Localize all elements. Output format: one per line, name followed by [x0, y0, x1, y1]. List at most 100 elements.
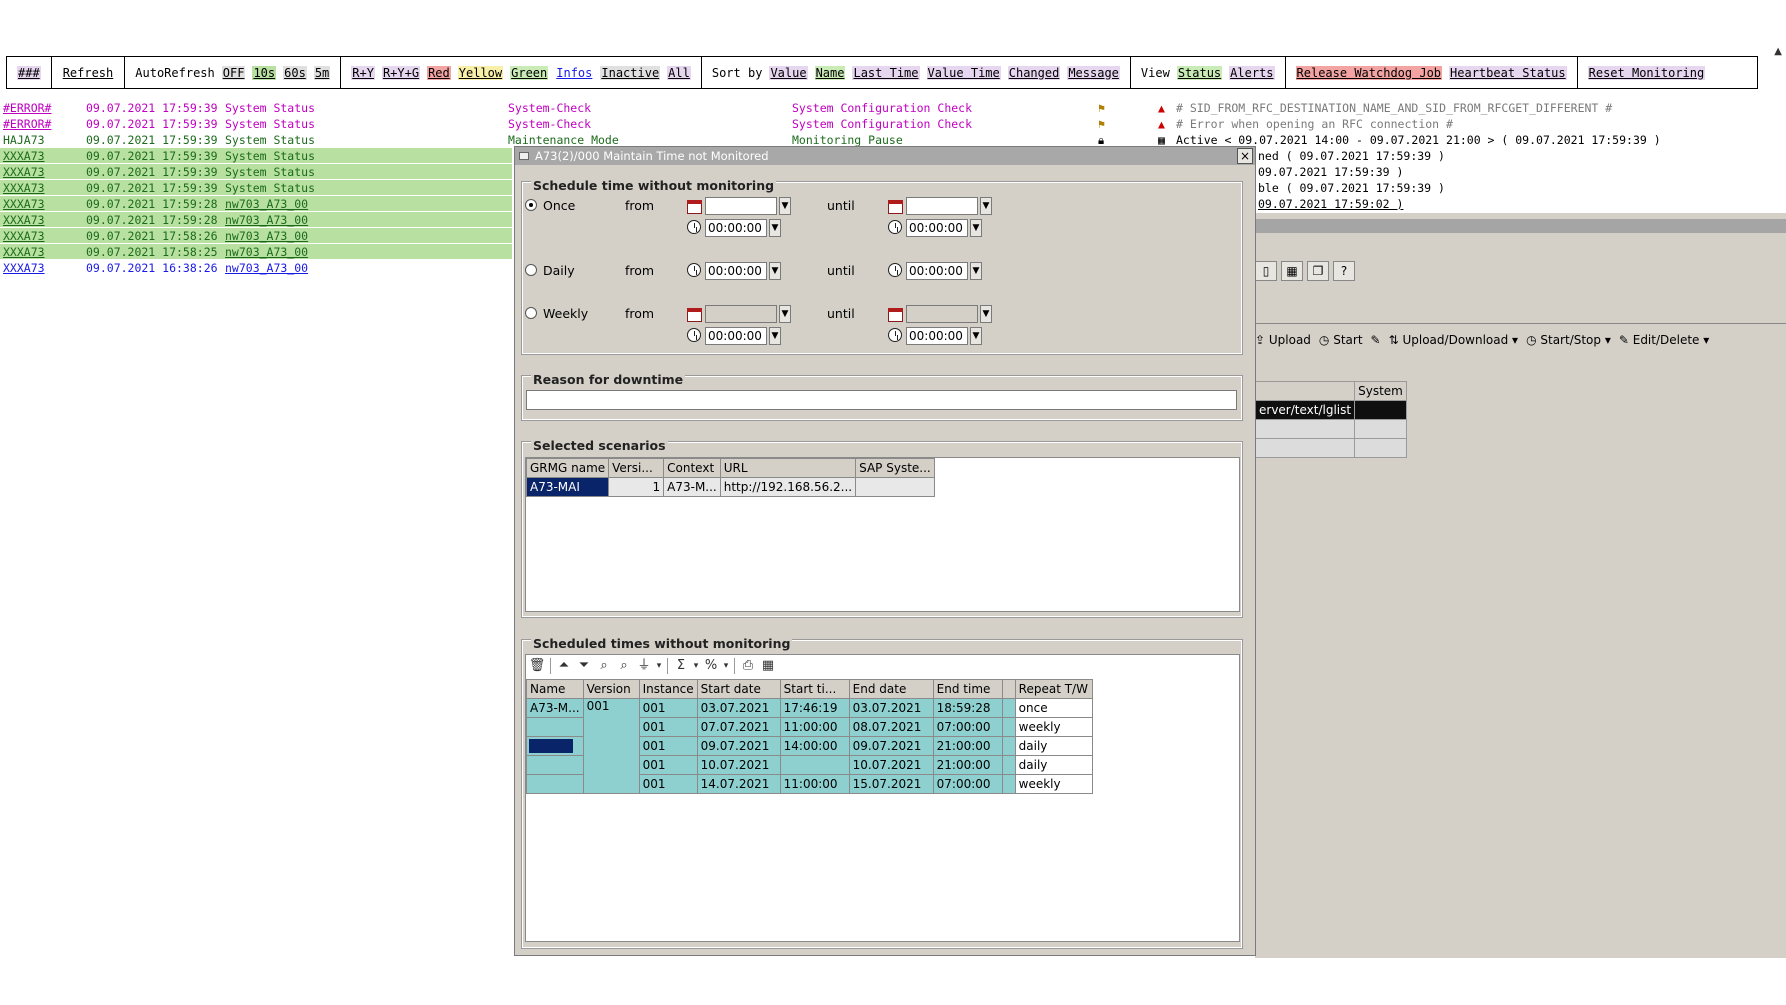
print-icon[interactable]: ⎙	[738, 657, 758, 675]
scheduled-header-instance[interactable]: Instance	[638, 679, 698, 699]
scenario-grmg-name[interactable]: A73-MAI	[525, 477, 610, 497]
scheduled-version[interactable]: 001	[582, 698, 640, 794]
scheduled-header-start-time[interactable]: Start ti...	[779, 679, 850, 699]
sort-changed[interactable]: Changed	[1007, 65, 1061, 80]
alert-system[interactable]: XXXA73	[3, 260, 45, 276]
dropdown-arrow-icon[interactable]: ▼	[769, 219, 781, 237]
scheduled-header-name[interactable]: Name	[526, 679, 584, 699]
autorefresh-10s[interactable]: 10s	[252, 65, 277, 80]
reason-input[interactable]	[526, 390, 1237, 410]
background-table-cell[interactable]	[1354, 419, 1407, 439]
scheduled-end-date[interactable]: 15.07.2021	[848, 774, 934, 794]
autorefresh-off[interactable]: OFF	[221, 65, 246, 80]
close-icon[interactable]: ×	[1237, 148, 1253, 164]
daily-until-time-field[interactable]: 00:00:00	[906, 262, 968, 280]
filter-infos[interactable]: Infos	[555, 66, 593, 80]
scheduled-start-date[interactable]: 09.07.2021	[696, 736, 781, 756]
alert-system[interactable]: XXXA73	[3, 244, 45, 260]
scheduled-start-date[interactable]: 03.07.2021	[696, 698, 781, 718]
filter-ryg[interactable]: R+Y+G	[381, 65, 421, 80]
dialog-titlebar[interactable]: A73(2)/000 Maintain Time not Monitored	[515, 147, 1255, 165]
scheduled-start-date[interactable]: 10.07.2021	[696, 755, 781, 775]
release-watchdog-job-button[interactable]: Release Watchdog Job	[1295, 65, 1443, 80]
alert-object[interactable]: nw703_A73_00	[225, 260, 308, 276]
calendar-icon[interactable]	[887, 306, 903, 322]
scheduled-instance[interactable]: 001	[638, 774, 698, 794]
daily-radio[interactable]	[525, 264, 537, 276]
sort-name[interactable]: Name	[814, 65, 846, 80]
find-icon[interactable]: ⌕	[594, 657, 614, 675]
scheduled-end-date[interactable]: 10.07.2021	[848, 755, 934, 775]
scheduled-header-version[interactable]: Version	[582, 679, 640, 699]
dropdown-arrow-icon[interactable]: ▼	[779, 305, 791, 323]
menu-button[interactable]: ###	[17, 65, 41, 80]
alert-object[interactable]: nw703_A73_00	[225, 212, 308, 228]
filter-red[interactable]: Red	[427, 65, 451, 80]
scheduled-repeat[interactable]: weekly	[1014, 774, 1093, 794]
delete-icon[interactable]: 🗑︎	[527, 657, 547, 675]
dropdown-arrow-icon[interactable]: ▼	[769, 262, 781, 280]
scheduled-end-date[interactable]: 03.07.2021	[848, 698, 934, 718]
sort-message[interactable]: Message	[1067, 65, 1120, 80]
sort-ascending-icon[interactable]: ⏶	[554, 657, 574, 675]
alert-object[interactable]: nw703_A73_00	[225, 244, 308, 260]
background-table-cell[interactable]	[1254, 419, 1356, 439]
heartbeat-status-button[interactable]: Heartbeat Status	[1449, 65, 1567, 80]
subtotal-icon[interactable]: %	[701, 657, 721, 675]
once-from-time-field[interactable]: 00:00:00	[705, 219, 767, 237]
dropdown-arrow-icon[interactable]: ▼	[970, 327, 982, 345]
sort-value[interactable]: Value	[769, 65, 808, 80]
dropdown-arrow-icon[interactable]: ▼	[769, 327, 781, 345]
scheduled-end-time[interactable]: 21:00:00	[932, 736, 1003, 756]
chevron-down-icon[interactable]: ▾	[654, 657, 664, 675]
scheduled-header-end-time[interactable]: End time	[932, 679, 1003, 699]
scheduled-start-time[interactable]	[779, 755, 850, 775]
scheduled-instance[interactable]: 001	[638, 736, 698, 756]
find-next-icon[interactable]: ⌕	[614, 657, 634, 675]
scenarios-header-version[interactable]: Versi...	[608, 458, 665, 478]
filter-inactive[interactable]: Inactive	[600, 65, 661, 80]
once-until-time-field[interactable]: 00:00:00	[906, 219, 968, 237]
filter-ry[interactable]: R+Y	[351, 65, 375, 80]
scenarios-header-sap-system[interactable]: SAP Syste...	[855, 458, 935, 478]
alert-system[interactable]: HAJA73	[3, 132, 45, 148]
edit-delete-button[interactable]: ✎ Edit/Delete ▾	[1619, 333, 1709, 347]
alert-system[interactable]: #ERROR#	[3, 116, 51, 132]
background-table-header[interactable]: System	[1354, 381, 1407, 401]
alert-system[interactable]: XXXA73	[3, 148, 45, 164]
calendar-icon[interactable]	[686, 198, 702, 214]
reset-monitoring-button[interactable]: Reset Monitoring	[1587, 65, 1706, 80]
dropdown-arrow-icon[interactable]: ▼	[970, 262, 982, 280]
alert-system[interactable]: XXXA73	[3, 180, 45, 196]
scheduled-end-time[interactable]: 07:00:00	[932, 717, 1003, 737]
scenario-version[interactable]: 1	[608, 477, 665, 497]
scheduled-name[interactable]	[526, 736, 584, 756]
autorefresh-5m[interactable]: 5m	[313, 65, 331, 80]
upload-download-button[interactable]: ⇅ Upload/Download ▾	[1389, 333, 1518, 347]
scheduled-repeat[interactable]: once	[1014, 698, 1093, 718]
filter-green[interactable]: Green	[510, 65, 549, 80]
filter-icon[interactable]: ⏚	[634, 657, 654, 675]
scheduled-end-time[interactable]: 07:00:00	[932, 774, 1003, 794]
scroll-up-arrow-icon[interactable]: ▲	[1774, 46, 1782, 57]
calendar-icon[interactable]	[686, 306, 702, 322]
scheduled-end-date[interactable]: 08.07.2021	[848, 717, 934, 737]
scheduled-instance[interactable]: 001	[638, 755, 698, 775]
scheduled-instance[interactable]: 001	[638, 717, 698, 737]
once-radio[interactable]	[525, 199, 537, 211]
weekly-radio[interactable]	[525, 307, 537, 319]
sort-descending-icon[interactable]: ⏷	[574, 657, 594, 675]
scheduled-end-time[interactable]: 21:00:00	[932, 755, 1003, 775]
dropdown-arrow-icon[interactable]: ▼	[980, 305, 992, 323]
scenario-url[interactable]: http://192.168.56.2...	[719, 477, 857, 497]
dropdown-arrow-icon[interactable]: ▼	[970, 219, 982, 237]
background-table-cell[interactable]	[1254, 438, 1356, 458]
upload-button[interactable]: ⇪ Upload	[1255, 333, 1311, 347]
start-stop-button[interactable]: ◷ Start/Stop ▾	[1526, 333, 1611, 347]
sort-value-time[interactable]: Value Time	[926, 65, 1001, 80]
refresh-link[interactable]: Refresh	[62, 66, 115, 80]
alert-system[interactable]: XXXA73	[3, 228, 45, 244]
scenario-context[interactable]: A73-M...	[663, 477, 721, 497]
scheduled-start-time[interactable]: 17:46:19	[779, 698, 850, 718]
weekly-from-date-field[interactable]	[705, 305, 777, 323]
